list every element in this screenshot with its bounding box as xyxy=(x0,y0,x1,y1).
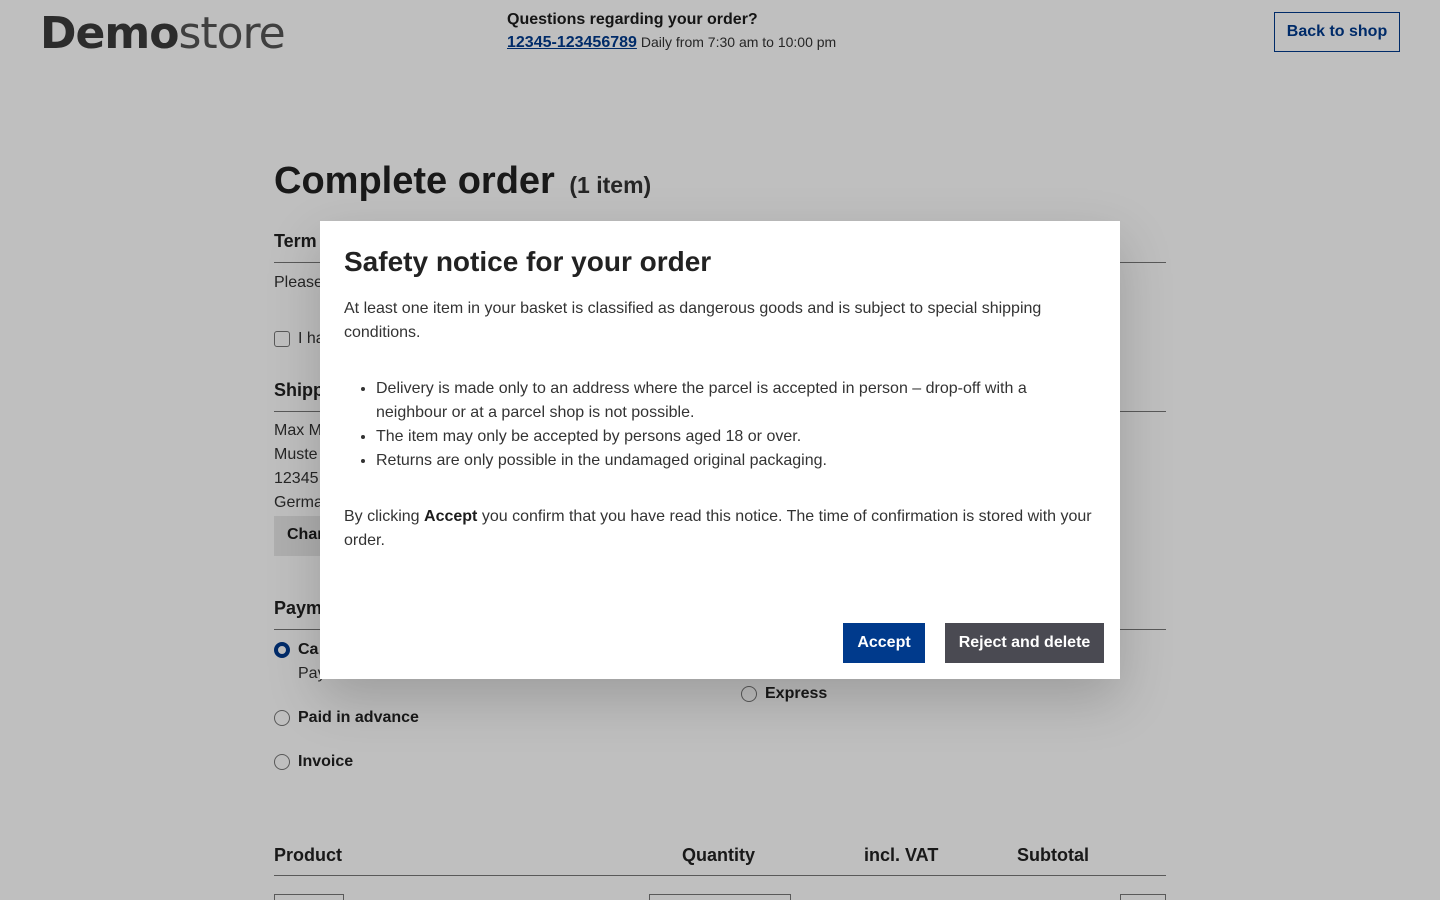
dialog-title: Safety notice for your order xyxy=(344,246,712,277)
confirmation-text: By clicking Accept you confirm that you … xyxy=(344,505,1096,553)
condition-item: The item may only be accepted by persons… xyxy=(376,425,1096,449)
condition-item: Returns are only possible in the undamag… xyxy=(376,449,1096,473)
dialog-intro: At least one item in your basket is clas… xyxy=(344,300,1042,341)
confirm-accept-word: Accept xyxy=(424,508,478,525)
condition-item: Delivery is made only to an address wher… xyxy=(376,377,1096,425)
accept-button[interactable]: Accept xyxy=(843,623,925,663)
reject-and-delete-button[interactable]: Reject and delete xyxy=(945,623,1104,663)
confirm-prefix: By clicking xyxy=(344,508,425,525)
conditions-list: Delivery is made only to an address wher… xyxy=(344,377,1096,473)
safety-notice-dialog: Safety notice for your order At least on… xyxy=(320,221,1120,679)
